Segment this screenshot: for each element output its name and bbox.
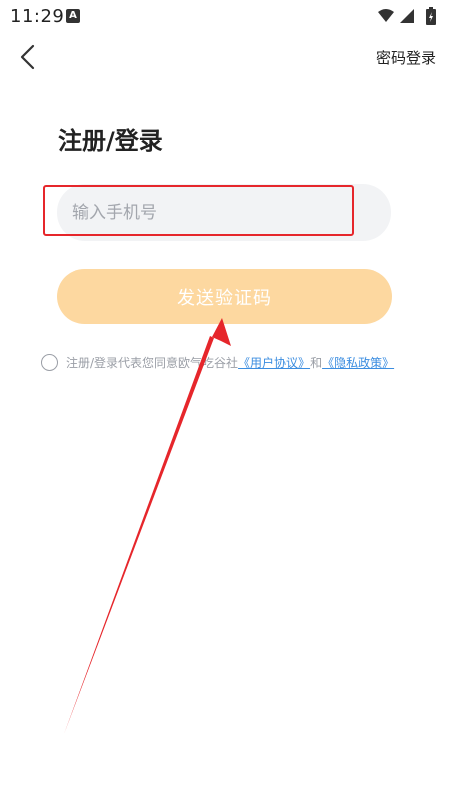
status-time: 11:29	[10, 6, 65, 27]
status-icons	[376, 7, 440, 25]
status-bar: 11:29 A	[0, 0, 450, 32]
agreement-text: 注册/登录代表您同意欧气吃谷社	[66, 355, 239, 370]
a-icon: A	[66, 9, 80, 23]
wifi-icon	[378, 9, 394, 22]
back-button[interactable]	[14, 42, 44, 72]
page-title: 注册/登录	[58, 127, 163, 155]
phone-input[interactable]	[72, 184, 372, 241]
battery-icon	[426, 7, 436, 25]
agreement-row: 注册/登录代表您同意欧气吃谷社 《用户协议》 和 《隐私政策》	[41, 351, 394, 373]
privacy-policy-link[interactable]: 《隐私政策》	[322, 354, 394, 371]
annotation-arrow	[64, 318, 231, 734]
phone-field[interactable]	[57, 184, 391, 241]
user-agreement-link[interactable]: 《用户协议》	[238, 354, 310, 371]
password-login-link[interactable]: 密码登录	[376, 47, 436, 68]
agreement-conjunction: 和	[310, 355, 323, 370]
signal-icon	[400, 9, 414, 23]
agree-checkbox[interactable]	[41, 353, 58, 371]
chevron-left-icon	[20, 44, 35, 70]
send-code-button[interactable]: 发送验证码	[57, 269, 392, 324]
